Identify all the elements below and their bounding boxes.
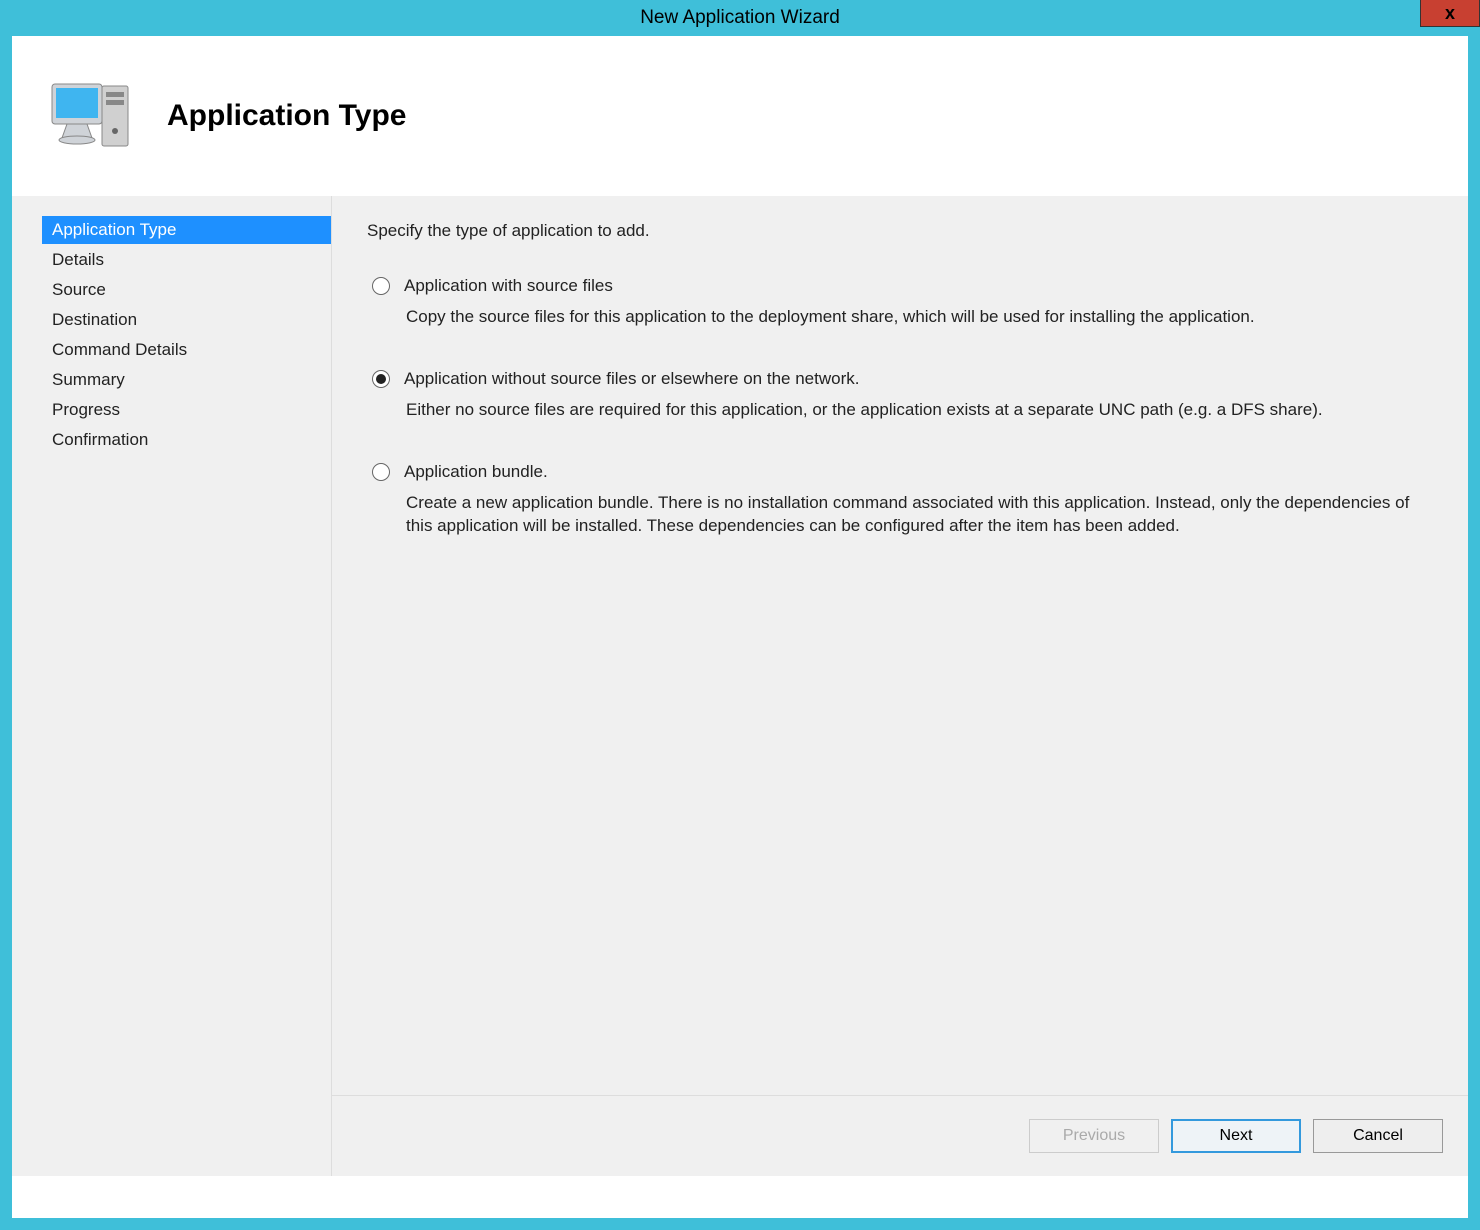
radio-description: Either no source files are required for …	[406, 399, 1433, 422]
radio-row: Application bundle.	[372, 462, 1433, 482]
radio-row: Application without source files or else…	[372, 369, 1433, 389]
sidebar-item-application-type[interactable]: Application Type	[42, 216, 331, 244]
window-title: New Application Wizard	[640, 7, 840, 29]
button-bar: Previous Next Cancel	[332, 1096, 1468, 1176]
sidebar-item-details[interactable]: Details	[42, 246, 331, 274]
radio-button-icon[interactable]	[372, 463, 390, 481]
radio-button-icon[interactable]	[372, 277, 390, 295]
sidebar-item-summary[interactable]: Summary	[42, 366, 331, 394]
radio-option-with-source[interactable]: Application with source files Copy the s…	[367, 276, 1433, 329]
next-button[interactable]: Next	[1171, 1119, 1301, 1153]
main-panel: Specify the type of application to add. …	[332, 196, 1468, 1176]
radio-option-without-source[interactable]: Application without source files or else…	[367, 369, 1433, 422]
sidebar: Application Type Details Source Destinat…	[12, 196, 332, 1176]
radio-label: Application without source files or else…	[404, 369, 859, 389]
sidebar-item-source[interactable]: Source	[42, 276, 331, 304]
header-area: Application Type	[12, 36, 1468, 196]
previous-button: Previous	[1029, 1119, 1159, 1153]
wizard-window: New Application Wizard x Application Typ…	[0, 0, 1480, 1230]
sidebar-item-destination[interactable]: Destination	[42, 306, 331, 334]
radio-row: Application with source files	[372, 276, 1433, 296]
sidebar-item-label: Command Details	[52, 340, 187, 359]
sidebar-item-label: Confirmation	[52, 430, 148, 449]
sidebar-item-progress[interactable]: Progress	[42, 396, 331, 424]
radio-button-icon[interactable]	[372, 370, 390, 388]
radio-label: Application with source files	[404, 276, 613, 296]
radio-label: Application bundle.	[404, 462, 548, 482]
page-title: Application Type	[167, 99, 406, 133]
main-content: Specify the type of application to add. …	[332, 196, 1468, 1096]
close-icon: x	[1445, 3, 1455, 24]
radio-description: Create a new application bundle. There i…	[406, 492, 1433, 538]
sidebar-item-label: Source	[52, 280, 106, 299]
close-button[interactable]: x	[1420, 0, 1480, 27]
sidebar-item-label: Progress	[52, 400, 120, 419]
sidebar-item-command-details[interactable]: Command Details	[42, 336, 331, 364]
content-area: Application Type Details Source Destinat…	[12, 196, 1468, 1176]
radio-description: Copy the source files for this applicati…	[406, 306, 1433, 329]
sidebar-item-label: Details	[52, 250, 104, 269]
cancel-button[interactable]: Cancel	[1313, 1119, 1443, 1153]
sidebar-item-label: Application Type	[52, 220, 176, 239]
titlebar: New Application Wizard x	[12, 0, 1468, 36]
wizard-icon	[42, 66, 142, 166]
sidebar-item-label: Destination	[52, 310, 137, 329]
sidebar-item-label: Summary	[52, 370, 125, 389]
instruction-text: Specify the type of application to add.	[367, 221, 1433, 241]
radio-option-bundle[interactable]: Application bundle. Create a new applica…	[367, 462, 1433, 538]
sidebar-item-confirmation[interactable]: Confirmation	[42, 426, 331, 454]
